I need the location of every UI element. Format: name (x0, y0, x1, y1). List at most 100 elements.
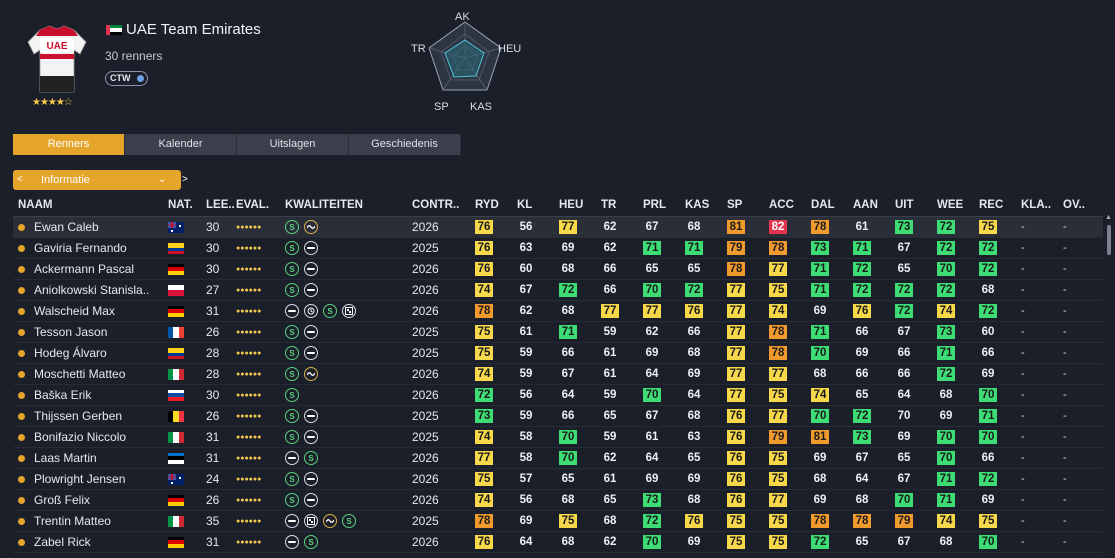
stat-value: 75 (727, 535, 745, 549)
rider-name[interactable]: Laas Martin (34, 451, 97, 465)
column-header[interactable]: RYD (473, 199, 515, 216)
column-header[interactable]: DAL (809, 199, 851, 216)
rider-name[interactable]: Ackermann Pascal (34, 262, 134, 276)
rider-name[interactable]: Thijssen Gerben (34, 409, 122, 423)
rider-name[interactable]: Tesson Jason (34, 325, 107, 339)
column-header[interactable]: EVAL. (236, 199, 285, 216)
cell-stat: 68 (935, 532, 977, 552)
rider-name[interactable]: Ewan Caleb (34, 220, 99, 234)
rider-name[interactable]: Hodeg Álvaro (34, 346, 107, 360)
tab-renners[interactable]: Renners (13, 134, 125, 155)
table-row[interactable]: Thijssen Gerben 26 ●●●●●● S 2025 73 59 66 65 67 68… (13, 406, 1103, 427)
cell-stat: 68 (557, 259, 599, 279)
cell-age: 30 (206, 262, 220, 276)
rider-name[interactable]: Plowright Jensen (34, 472, 125, 486)
cell-stat: 76 (683, 301, 725, 321)
rider-name[interactable]: Groß Felix (34, 493, 90, 507)
rider-name[interactable]: Trentin Matteo (34, 514, 111, 528)
column-header[interactable]: AAN (851, 199, 893, 216)
column-header[interactable]: ACC (767, 199, 809, 216)
table-row[interactable]: Groß Felix 26 ●●●●●● S 2026 74 56 68 65 73 68 76 77 6… (13, 490, 1103, 511)
rider-name[interactable]: Zabel Rick (34, 535, 91, 549)
rider-name[interactable]: Moschetti Matteo (34, 367, 125, 381)
stat-value: 59 (603, 326, 617, 338)
view-dropdown[interactable]: < Informatie ⌄ > (13, 170, 188, 190)
tab-uitslagen[interactable]: Uitslagen (237, 134, 349, 155)
column-header[interactable]: KLA.. (1019, 199, 1061, 216)
cell-age: 26 (206, 493, 220, 507)
tab-geschiedenis[interactable]: Geschiedenis (349, 134, 461, 155)
cell-ov: - (1063, 515, 1067, 527)
cell-stat: 77 (725, 364, 767, 384)
cell-stat: 77 (767, 364, 809, 384)
scroll-up-icon[interactable]: ▲ (1105, 214, 1112, 221)
ctw-badge[interactable]: CTW (105, 71, 148, 86)
scrollbar-thumb[interactable] (1107, 225, 1111, 255)
column-header[interactable]: TR (599, 199, 641, 216)
stat-value: 76 (853, 304, 871, 318)
rider-name[interactable]: Walscheid Max (34, 304, 115, 318)
column-header[interactable]: WEE (935, 199, 977, 216)
cell-stat: 73 (851, 427, 893, 447)
table-row[interactable]: Tesson Jason 26 ●●●●●● S 2025 75 61 71 59 62 66 77 7… (13, 322, 1103, 343)
column-header[interactable]: KWALITEITEN (285, 199, 412, 216)
cell-stat: 68 (935, 385, 977, 405)
table-row[interactable]: Aniolkowski Stanisla.. 27 ●●●●●● S 2026 74 67 7… (13, 280, 1103, 301)
table-row[interactable]: Baška Erik 30 ●●●●●● S 2026 72 56 64 59 70 64 77 75 7… (13, 385, 1103, 406)
stat-value: 77 (727, 346, 745, 360)
stat-value: 68 (561, 536, 575, 548)
cell-contract: 2025 (412, 241, 439, 255)
table-row[interactable]: Zabel Rick 31 ●●●●●● S 2026 76 64 68 62 70 69 75 75 7… (13, 532, 1103, 553)
rider-name[interactable]: Gaviria Fernando (34, 241, 127, 255)
column-header[interactable]: UIT (893, 199, 935, 216)
column-header[interactable]: PRL (641, 199, 683, 216)
stat-value: 69 (561, 242, 575, 254)
table-row[interactable]: Ackermann Pascal 30 ●●●●●● S 2026 76 60 68 66 65 6… (13, 259, 1103, 280)
column-header[interactable]: KL (515, 199, 557, 216)
column-header[interactable]: NAAM (13, 199, 166, 216)
stat-value: 72 (559, 283, 577, 297)
rider-status-icon (18, 412, 25, 420)
stat-value: 76 (727, 409, 745, 423)
dropdown-next-icon[interactable]: > (182, 170, 188, 190)
column-header[interactable]: REC (977, 199, 1019, 216)
stat-value: 66 (855, 368, 869, 380)
stat-value: 77 (559, 220, 577, 234)
cell-kla: - (1021, 389, 1025, 401)
column-header[interactable]: CONTR.. (412, 199, 473, 216)
table-row[interactable]: Walscheid Max 31 ●●●●●● S 2026 78 62 68 77 77 76 77… (13, 301, 1103, 322)
cell-age: 28 (206, 367, 220, 381)
table-row[interactable]: Trentin Matteo 35 ●●●●●● S 2025 78 69 75 68 72 76 7… (13, 511, 1103, 532)
table-row[interactable]: Laas Martin 31 ●●●●●● S 2026 77 58 70 62 64 65 76 75… (13, 448, 1103, 469)
column-header[interactable]: OV.. (1061, 199, 1103, 216)
cell-stat: 68 (683, 490, 725, 510)
dropdown-prev-icon[interactable]: < (17, 170, 23, 190)
column-header[interactable]: KAS (683, 199, 725, 216)
rider-status-icon (18, 223, 25, 231)
tab-kalender[interactable]: Kalender (125, 134, 237, 155)
table-row[interactable]: Bonifazio Niccolo 31 ●●●●●● S 2025 74 58 70 59 61… (13, 427, 1103, 448)
column-header[interactable]: LEE.. (201, 199, 236, 216)
stat-value: 74 (475, 430, 493, 444)
flag-pl-icon (168, 284, 184, 296)
table-row[interactable]: Gaviria Fernando 30 ●●●●●● S 2025 76 63 69 62 71 7… (13, 238, 1103, 259)
stat-value: 65 (855, 536, 869, 548)
cell-stat: 71 (683, 238, 725, 258)
cell-stat: 66 (977, 448, 1019, 468)
rider-name[interactable]: Aniolkowski Stanisla.. (34, 283, 149, 297)
column-header[interactable]: NAT. (166, 199, 201, 216)
cell-stat: 70 (893, 406, 935, 426)
column-header[interactable]: SP (725, 199, 767, 216)
table-row[interactable]: Plowright Jensen 24 ●●●●●● S 2026 75 57 65 61 69 6… (13, 469, 1103, 490)
table-row[interactable]: Moschetti Matteo 28 ●●●●●● S 2026 74 59 67 61 64 6… (13, 364, 1103, 385)
cell-kla: - (1021, 473, 1025, 485)
rider-name[interactable]: Bonifazio Niccolo (34, 430, 126, 444)
cell-stat: 61 (641, 427, 683, 447)
cell-name: Thijssen Gerben (13, 406, 166, 426)
stat-value: 78 (769, 325, 787, 339)
table-row[interactable]: Hodeg Álvaro 28 ●●●●●● S 2025 75 59 66 61 69 68 77 7… (13, 343, 1103, 364)
table-row[interactable]: Ewan Caleb 30 ●●●●●● S 2026 76 56 77 62 67 68 81 82 7… (13, 217, 1103, 238)
stat-value: 76 (475, 535, 493, 549)
column-header[interactable]: HEU (557, 199, 599, 216)
rider-name[interactable]: Baška Erik (34, 388, 91, 402)
